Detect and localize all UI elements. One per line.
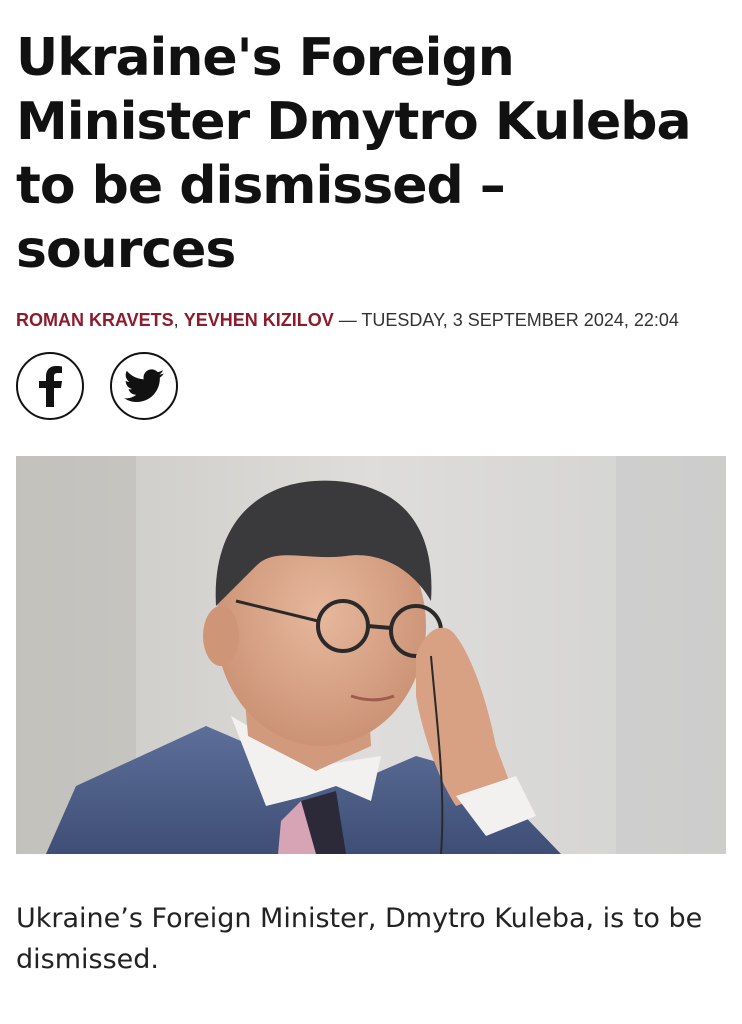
headline: Ukraine's Foreign Minister Dmytro Kuleba… — [16, 28, 692, 280]
publish-date: TUESDAY, 3 SEPTEMBER 2024, 22:04 — [361, 310, 679, 330]
article-photo — [16, 456, 726, 854]
article: Ukraine's Foreign Minister Dmytro Kuleba… — [16, 0, 726, 980]
author-link-1[interactable]: ROMAN KRAVETS — [16, 310, 174, 330]
photo-caption: Ukraine’s Foreign Minister, Dmytro Kuleb… — [16, 903, 703, 975]
facebook-share-button[interactable] — [16, 352, 84, 420]
author-separator: , — [173, 310, 184, 330]
facebook-icon — [39, 366, 62, 407]
date-separator: — — [333, 310, 362, 330]
byline: ROMAN KRAVETS, YEVHEN KIZILOV — TUESDAY,… — [16, 308, 726, 332]
share-buttons — [16, 352, 726, 420]
author-link-2[interactable]: YEVHEN KIZILOV — [184, 310, 334, 330]
twitter-share-button[interactable] — [110, 352, 178, 420]
twitter-icon — [124, 369, 164, 402]
